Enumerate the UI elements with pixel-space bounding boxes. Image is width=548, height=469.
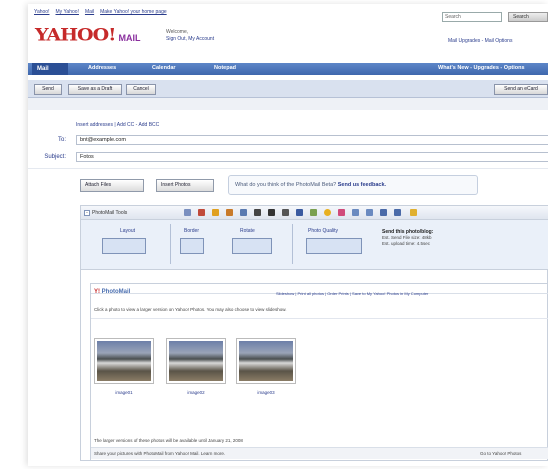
- grid-icon[interactable]: [380, 209, 387, 216]
- photo-image: [239, 341, 293, 381]
- photomail-logo: Y! PhotoMail: [94, 289, 130, 295]
- to-label: To:: [57, 137, 66, 143]
- photo-thumbnail[interactable]: [94, 338, 154, 384]
- send-info: Send this photo/blog: Est. Send File siz…: [382, 229, 433, 247]
- photo-thumbnail[interactable]: [236, 338, 296, 384]
- layout-label: Layout: [120, 228, 136, 234]
- account-links[interactable]: Sign Out, My Account: [166, 36, 214, 43]
- list-icon[interactable]: [394, 209, 401, 216]
- availability-note: The larger versions of these photos will…: [94, 438, 243, 443]
- preview-description: Click a photo to view a larger version o…: [94, 307, 287, 312]
- top-links: Yahoo! My Yahoo! Mail Make Yahoo! your h…: [34, 9, 167, 15]
- footer-photos-link[interactable]: Go to Yahoo! Photos: [480, 451, 521, 456]
- options-separator: [292, 224, 293, 264]
- send-info-time: Est. upload time: 4.5sec: [382, 241, 431, 246]
- tab-calendar[interactable]: Calendar: [152, 65, 176, 71]
- frame-icon[interactable]: [226, 209, 233, 216]
- feedback-box: What do you think of the PhotoMail Beta?…: [228, 175, 478, 195]
- star-icon[interactable]: [268, 209, 275, 216]
- border-label: Border: [184, 228, 200, 234]
- logo-brand: YAHOO!: [35, 25, 116, 45]
- subject-label: Subject:: [44, 154, 66, 160]
- welcome-text: Welcome, Sign Out, My Account: [166, 29, 214, 43]
- crop-icon[interactable]: [240, 209, 247, 216]
- insert-photos-button[interactable]: Insert Photos: [156, 179, 214, 192]
- preview-divider: [91, 318, 548, 319]
- rotate-left-icon[interactable]: [184, 209, 191, 216]
- photo-quality-select[interactable]: [306, 238, 362, 254]
- footer-share-text[interactable]: Share your pictures with PhotoMail from …: [94, 451, 225, 456]
- photo-image: [169, 341, 223, 381]
- folder-icon[interactable]: [410, 209, 417, 216]
- attach-files-button[interactable]: Attach Files: [80, 179, 144, 192]
- photo-caption[interactable]: image02: [166, 390, 226, 395]
- tab-right-links[interactable]: What's New - Upgrades - Options: [438, 65, 525, 71]
- border-select[interactable]: [180, 238, 204, 254]
- brush-icon[interactable]: [310, 209, 317, 216]
- photo-quality-label: Photo Quality: [308, 228, 339, 234]
- zoom-in-icon[interactable]: [352, 209, 359, 216]
- sun-icon[interactable]: [212, 209, 219, 216]
- photomail-logo-y: Y!: [94, 289, 100, 295]
- preview-links[interactable]: Slideshow | Print all photos | Order Pri…: [276, 291, 428, 296]
- top-link-yahoo[interactable]: Yahoo!: [34, 9, 49, 15]
- send-button[interactable]: Send: [34, 84, 62, 95]
- top-link-my-yahoo[interactable]: My Yahoo!: [55, 9, 78, 15]
- tab-notepad[interactable]: Notepad: [214, 65, 236, 71]
- tab-addresses[interactable]: Addresses: [88, 65, 116, 71]
- action-subbar: [28, 98, 548, 110]
- text-icon[interactable]: [296, 209, 303, 216]
- address-links[interactable]: Insert addresses | Add CC - Add BCC: [76, 122, 159, 128]
- paint-icon[interactable]: [338, 209, 345, 216]
- photo-caption[interactable]: image01: [94, 390, 154, 395]
- search-input[interactable]: Search: [442, 12, 502, 22]
- top-link-mail[interactable]: Mail: [85, 9, 94, 15]
- feedback-link[interactable]: Send us feedback.: [338, 182, 386, 188]
- layout-select[interactable]: [102, 238, 146, 254]
- tab-mail[interactable]: Mail: [32, 63, 68, 75]
- pen-icon[interactable]: [282, 209, 289, 216]
- search-button[interactable]: Search: [508, 12, 548, 22]
- cancel-button[interactable]: Cancel: [126, 84, 156, 95]
- rotate-label: Rotate: [240, 228, 255, 234]
- welcome-line: Welcome,: [166, 29, 189, 35]
- delete-icon[interactable]: [198, 209, 205, 216]
- subject-field[interactable]: Fotos: [76, 152, 548, 162]
- header-links[interactable]: Mail Upgrades - Mail Options: [448, 38, 512, 44]
- ecard-button[interactable]: Send an eCard: [494, 84, 548, 95]
- top-link-homepage[interactable]: Make Yahoo! your home page: [100, 9, 167, 15]
- photomail-logo-text: PhotoMail: [101, 289, 131, 295]
- effect-icon[interactable]: [254, 209, 261, 216]
- logo-product: MAIL: [118, 33, 141, 43]
- to-field[interactable]: bnt@example.com: [76, 135, 548, 145]
- photomail-tools-label: PhotoMail Tools: [92, 210, 128, 216]
- yahoo-mail-logo[interactable]: YAHOO! MAIL: [35, 24, 140, 46]
- photo-image: [97, 341, 151, 381]
- zoom-out-icon[interactable]: [366, 209, 373, 216]
- collapse-icon[interactable]: -: [84, 210, 90, 216]
- save-draft-button[interactable]: Save as a Draft: [68, 84, 122, 95]
- smile-icon[interactable]: [324, 209, 331, 216]
- rotate-buttons[interactable]: [232, 238, 272, 254]
- divider: [28, 168, 548, 169]
- photo-caption[interactable]: image03: [236, 390, 296, 395]
- photo-thumbnail[interactable]: [166, 338, 226, 384]
- feedback-text: What do you think of the PhotoMail Beta?: [235, 182, 337, 188]
- options-separator: [170, 224, 171, 264]
